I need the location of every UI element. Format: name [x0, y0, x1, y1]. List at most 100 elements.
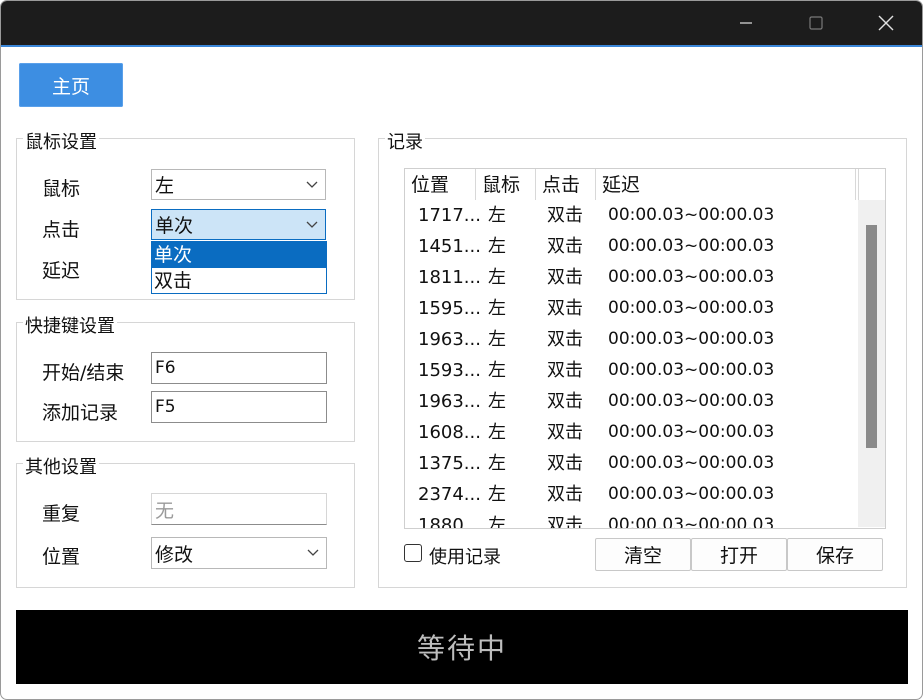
record-click: 双击	[547, 298, 583, 319]
repeat-label: 重复	[42, 503, 81, 525]
record-mouse: 左	[488, 422, 506, 443]
record-mouse: 左	[488, 453, 506, 474]
mouse-button-select[interactable]: 左	[151, 169, 326, 200]
mouse-button-value: 左	[155, 175, 175, 197]
table-row[interactable]: 1451... 左 双击 00:00.03~00:00.03	[405, 231, 855, 262]
table-row[interactable]: 1811... 左 双击 00:00.03~00:00.03	[405, 262, 855, 293]
close-icon	[878, 15, 894, 31]
column-header-click[interactable]: 点击	[536, 169, 596, 200]
status-bar[interactable]: 等待中	[16, 610, 908, 684]
record-position: 1595...	[418, 298, 481, 319]
table-row[interactable]: 2374... 左 双击 00:00.03~00:00.03	[405, 479, 855, 510]
position-select[interactable]: 修改	[151, 537, 327, 569]
app-window: 主页 鼠标设置 鼠标 左 点击 单次 延迟 单次 双击 快捷键设置 开始/结束 …	[0, 0, 923, 700]
records-scrollbar[interactable]	[858, 200, 885, 527]
record-position: 1717...	[418, 205, 481, 226]
use-records-label[interactable]: 使用记录	[429, 543, 501, 569]
maximize-button[interactable]	[793, 1, 839, 45]
record-delay: 00:00.03~00:00.03	[608, 391, 775, 411]
record-position: 1963...	[418, 329, 481, 350]
column-header-position[interactable]: 位置	[405, 169, 476, 200]
column-header-delay[interactable]: 延迟	[596, 169, 856, 200]
close-button[interactable]	[863, 1, 909, 45]
start-stop-label: 开始/结束	[42, 362, 125, 384]
header-filler	[858, 169, 885, 200]
record-mouse: 左	[488, 515, 506, 529]
maximize-icon	[809, 16, 823, 30]
click-type-dropdown: 单次 双击	[151, 241, 327, 294]
add-record-hotkey-field[interactable]: F5	[151, 391, 327, 423]
records-header: 位置 鼠标 点击 延迟	[405, 169, 856, 200]
add-record-label: 添加记录	[42, 402, 119, 424]
dropdown-option-double[interactable]: 双击	[152, 268, 326, 294]
use-records-checkbox[interactable]	[404, 544, 422, 562]
record-position: 1880...	[418, 515, 481, 529]
record-delay: 00:00.03~00:00.03	[608, 205, 775, 225]
record-position: 1593...	[418, 360, 481, 381]
table-row[interactable]: 1963... 左 双击 00:00.03~00:00.03	[405, 324, 855, 355]
minimize-icon	[740, 22, 752, 24]
title-bar	[1, 1, 922, 47]
record-click: 双击	[547, 267, 583, 288]
record-click: 双击	[547, 236, 583, 257]
table-row[interactable]: 1963... 左 双击 00:00.03~00:00.03	[405, 386, 855, 417]
other-settings-title: 其他设置	[23, 453, 99, 479]
record-click: 双击	[547, 391, 583, 412]
record-delay: 00:00.03~00:00.03	[608, 360, 775, 380]
chevron-down-icon	[306, 181, 318, 188]
record-mouse: 左	[488, 391, 506, 412]
table-row[interactable]: 1375... 左 双击 00:00.03~00:00.03	[405, 448, 855, 479]
record-position: 2374...	[418, 484, 481, 505]
record-delay: 00:00.03~00:00.03	[608, 236, 775, 256]
record-mouse: 左	[488, 267, 506, 288]
table-row[interactable]: 1717... 左 双击 00:00.03~00:00.03	[405, 200, 855, 231]
record-mouse: 左	[488, 360, 506, 381]
record-position: 1608...	[418, 422, 481, 443]
record-delay: 00:00.03~00:00.03	[608, 329, 775, 349]
table-row[interactable]: 1608... 左 双击 00:00.03~00:00.03	[405, 417, 855, 448]
chevron-down-icon	[306, 221, 318, 228]
scrollbar-thumb[interactable]	[866, 225, 877, 448]
record-mouse: 左	[488, 205, 506, 226]
record-mouse: 左	[488, 298, 506, 319]
minimize-button[interactable]	[723, 1, 769, 45]
open-button[interactable]: 打开	[691, 538, 787, 571]
record-delay: 00:00.03~00:00.03	[608, 422, 775, 442]
table-row[interactable]: 1880... 左 双击 00:00.03~00:00.03	[405, 510, 855, 529]
home-button[interactable]: 主页	[19, 63, 123, 107]
delay-label: 延迟	[42, 260, 81, 282]
repeat-count-field[interactable]: 无	[151, 493, 327, 525]
record-click: 双击	[547, 360, 583, 381]
record-position: 1375...	[418, 453, 481, 474]
position-value: 修改	[155, 543, 194, 566]
clear-button[interactable]: 清空	[595, 538, 691, 571]
start-stop-hotkey-field[interactable]: F6	[151, 352, 327, 384]
record-mouse: 左	[488, 236, 506, 257]
record-click: 双击	[547, 453, 583, 474]
records-title: 记录	[385, 128, 425, 154]
record-mouse: 左	[488, 329, 506, 350]
chevron-down-icon	[307, 549, 319, 556]
record-mouse: 左	[488, 484, 506, 505]
record-click: 双击	[547, 515, 583, 529]
records-rows: 1717... 左双击 00:00.03~00:00.03 1451... 左双击 00:…	[405, 200, 855, 529]
records-list[interactable]: 位置 鼠标 点击 延迟 1717... 左双击 00:00.03~00:00.03 1…	[404, 168, 886, 529]
mouse-settings-title: 鼠标设置	[23, 128, 99, 154]
hotkey-settings-title: 快捷键设置	[23, 312, 117, 338]
click-type-value: 单次	[155, 215, 194, 237]
column-header-mouse[interactable]: 鼠标	[476, 169, 536, 200]
mouse-label: 鼠标	[42, 178, 81, 200]
table-row[interactable]: 1593... 左 双击 00:00.03~00:00.03	[405, 355, 855, 386]
record-position: 1811...	[418, 267, 481, 288]
record-click: 双击	[547, 422, 583, 443]
save-button[interactable]: 保存	[787, 538, 883, 571]
click-type-select[interactable]: 单次	[151, 209, 326, 240]
record-click: 双击	[547, 329, 583, 350]
record-click: 双击	[547, 484, 583, 505]
table-row[interactable]: 1595... 左 双击 00:00.03~00:00.03	[405, 293, 855, 324]
dropdown-option-single[interactable]: 单次	[152, 242, 326, 268]
click-label: 点击	[42, 219, 81, 241]
record-delay: 00:00.03~00:00.03	[608, 453, 775, 473]
record-position: 1963...	[418, 391, 481, 412]
record-click: 双击	[547, 205, 583, 226]
